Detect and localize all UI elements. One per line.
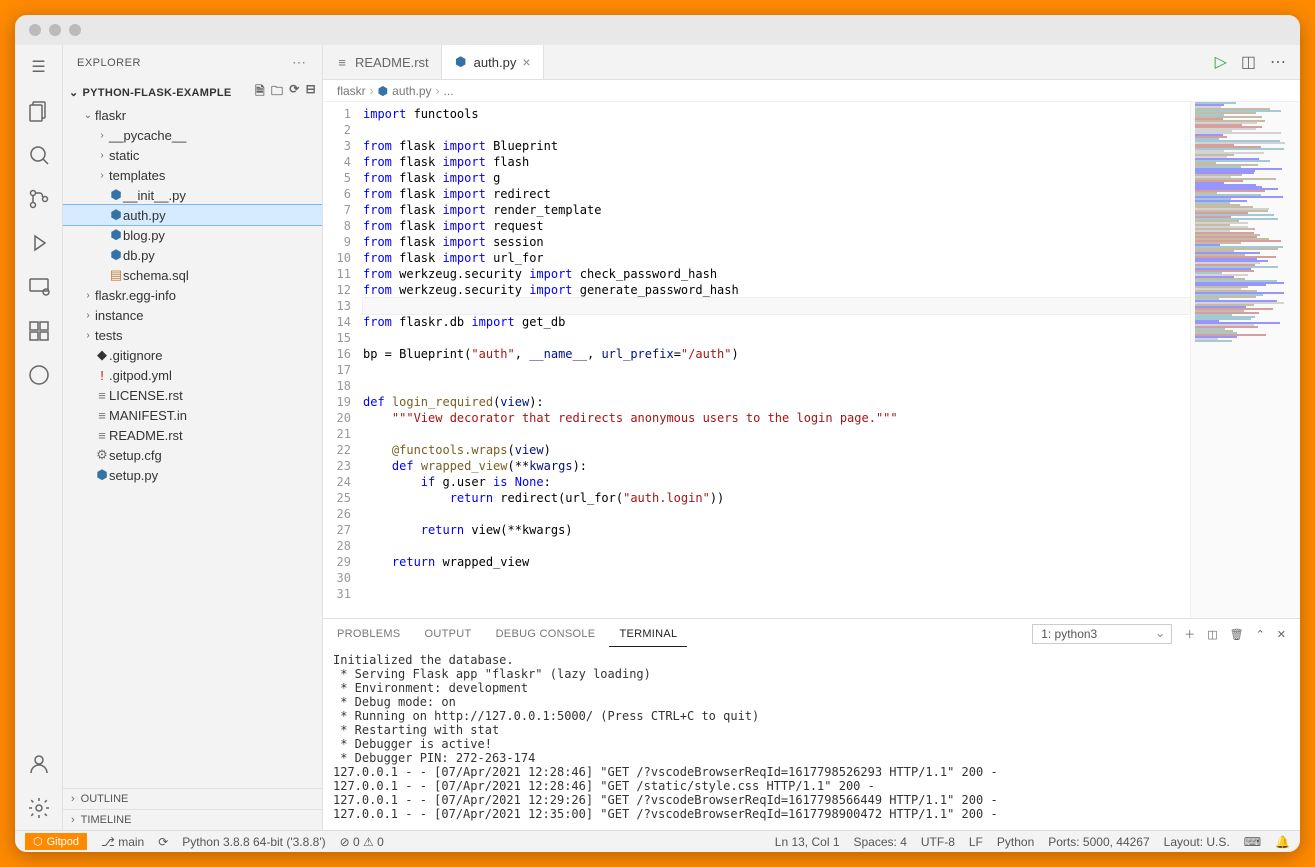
new-file-icon[interactable]: 🗎	[255, 82, 265, 103]
tree-item-flaskr[interactable]: ⌄flaskr	[63, 105, 322, 125]
status-bar: ⬡ Gitpod ⎇ main ⟳ Python 3.8.8 64-bit ('…	[15, 830, 1300, 852]
editor-tab-bar: ≡README.rst⬢auth.py× ▷ ◫ ⋯	[323, 45, 1300, 80]
new-folder-icon[interactable]: 🗀	[271, 82, 283, 103]
panel-tab-terminal[interactable]: TERMINAL	[609, 622, 687, 647]
tree-item-templates[interactable]: ›templates	[63, 165, 322, 185]
notifications-icon[interactable]: 🔔	[1275, 835, 1290, 849]
tab-auth-py[interactable]: ⬢auth.py×	[442, 45, 544, 79]
encoding[interactable]: UTF-8	[921, 835, 955, 849]
window-minimize-icon[interactable]	[49, 24, 61, 36]
python-interpreter[interactable]: Python 3.8.8 64-bit ('3.8.8')	[182, 835, 325, 849]
keyboard-layout[interactable]: Layout: U.S.	[1164, 835, 1230, 849]
titlebar	[15, 15, 1300, 45]
indentation[interactable]: Spaces: 4	[854, 835, 907, 849]
kill-terminal-icon[interactable]: 🗑	[1230, 628, 1244, 641]
tree-item-setup-cfg[interactable]: ⚙setup.cfg	[63, 445, 322, 465]
language-mode[interactable]: Python	[997, 835, 1034, 849]
tree-item--gitignore[interactable]: ◆.gitignore	[63, 345, 322, 365]
panel-maximize-icon[interactable]: ⌃	[1256, 628, 1265, 641]
tree-item-flaskr-egg-info[interactable]: ›flaskr.egg-info	[63, 285, 322, 305]
tree-item-license-rst[interactable]: ≡LICENSE.rst	[63, 385, 322, 405]
cursor-position[interactable]: Ln 13, Col 1	[775, 835, 840, 849]
editor-more-icon[interactable]: ⋯	[1270, 52, 1286, 72]
activity-bar: ☰	[15, 45, 63, 830]
line-gutter: 1234567891011121314151617181920212223242…	[323, 102, 363, 618]
panel-tab-output[interactable]: OUTPUT	[415, 622, 482, 646]
tree-item---pycache--[interactable]: ›__pycache__	[63, 125, 322, 145]
editor-area: ≡README.rst⬢auth.py× ▷ ◫ ⋯ flaskr› ⬢auth…	[323, 45, 1300, 830]
tab-readme-rst[interactable]: ≡README.rst	[323, 45, 442, 79]
new-terminal-icon[interactable]: ＋	[1184, 626, 1195, 642]
problems-indicator[interactable]: ⊘ 0 ⚠ 0	[340, 835, 384, 849]
collapse-icon[interactable]: ⊟	[306, 82, 316, 103]
ports[interactable]: Ports: 5000, 44267	[1048, 835, 1149, 849]
split-editor-icon[interactable]: ◫	[1241, 52, 1256, 72]
search-icon[interactable]	[27, 143, 51, 167]
panel-tab-debug-console[interactable]: DEBUG CONSOLE	[486, 622, 606, 646]
minimap[interactable]	[1190, 102, 1300, 618]
sidebar-title: EXPLORER ⋯	[63, 45, 322, 80]
window-close-icon[interactable]	[29, 24, 41, 36]
terminal-select[interactable]: 1: python3	[1032, 624, 1172, 644]
remote-icon[interactable]	[27, 275, 51, 299]
tree-item-tests[interactable]: ›tests	[63, 325, 322, 345]
panel-tab-problems[interactable]: PROBLEMS	[327, 622, 411, 646]
tree-item-static[interactable]: ›static	[63, 145, 322, 165]
account-icon[interactable]	[27, 752, 51, 776]
menu-icon[interactable]: ☰	[27, 55, 51, 79]
run-debug-icon[interactable]	[27, 231, 51, 255]
branch-indicator[interactable]: ⎇ main	[101, 835, 144, 849]
project-section-header[interactable]: ⌄PYTHON-FLASK-EXAMPLE 🗎 🗀 ⟳ ⊟	[63, 80, 322, 105]
tree-item-manifest-in[interactable]: ≡MANIFEST.in	[63, 405, 322, 425]
feedback-icon[interactable]: ⌨	[1244, 835, 1261, 849]
source-control-icon[interactable]	[27, 187, 51, 211]
github-icon[interactable]	[27, 363, 51, 387]
tree-item---init---py[interactable]: ⬢__init__.py	[63, 185, 322, 205]
tree-item-setup-py[interactable]: ⬢setup.py	[63, 465, 322, 485]
tree-item-readme-rst[interactable]: ≡README.rst	[63, 425, 322, 445]
window-maximize-icon[interactable]	[69, 24, 81, 36]
bottom-panel: PROBLEMSOUTPUTDEBUG CONSOLETERMINAL 1: p…	[323, 618, 1300, 830]
panel-close-icon[interactable]: ✕	[1277, 628, 1286, 641]
timeline-section[interactable]: ›TIMELINE	[63, 809, 322, 830]
terminal[interactable]: Initialized the database. * Serving Flas…	[323, 649, 1300, 830]
tree-item-instance[interactable]: ›instance	[63, 305, 322, 325]
explorer-sidebar: EXPLORER ⋯ ⌄PYTHON-FLASK-EXAMPLE 🗎 🗀 ⟳ ⊟…	[63, 45, 323, 830]
file-tree: ⌄flaskr›__pycache__›static›templates⬢__i…	[63, 105, 322, 788]
settings-gear-icon[interactable]	[27, 796, 51, 820]
explorer-icon[interactable]	[27, 99, 51, 123]
tree-item-auth-py[interactable]: ⬢auth.py	[63, 205, 322, 225]
outline-section[interactable]: ›OUTLINE	[63, 788, 322, 809]
run-icon[interactable]: ▷	[1215, 52, 1227, 72]
breadcrumb[interactable]: flaskr› ⬢auth.py› ...	[323, 80, 1300, 102]
eol[interactable]: LF	[969, 835, 983, 849]
tree-item-blog-py[interactable]: ⬢blog.py	[63, 225, 322, 245]
sync-icon[interactable]: ⟳	[158, 835, 168, 849]
split-terminal-icon[interactable]: ◫	[1207, 628, 1217, 641]
sidebar-more-icon[interactable]: ⋯	[292, 54, 308, 71]
code-editor[interactable]: import functools from flask import Bluep…	[363, 102, 1190, 618]
tree-item--gitpod-yml[interactable]: !.gitpod.yml	[63, 365, 322, 385]
close-tab-icon[interactable]: ×	[522, 54, 530, 70]
extensions-icon[interactable]	[27, 319, 51, 343]
panel-tab-bar: PROBLEMSOUTPUTDEBUG CONSOLETERMINAL 1: p…	[323, 619, 1300, 649]
refresh-icon[interactable]: ⟳	[289, 82, 299, 103]
tree-item-schema-sql[interactable]: ▤schema.sql	[63, 265, 322, 285]
vscode-window: ☰ EXPLORER ⋯ ⌄PYTHON-FLASK-EXAMPLE 🗎	[15, 15, 1300, 852]
tree-item-db-py[interactable]: ⬢db.py	[63, 245, 322, 265]
gitpod-badge[interactable]: ⬡ Gitpod	[25, 833, 87, 850]
